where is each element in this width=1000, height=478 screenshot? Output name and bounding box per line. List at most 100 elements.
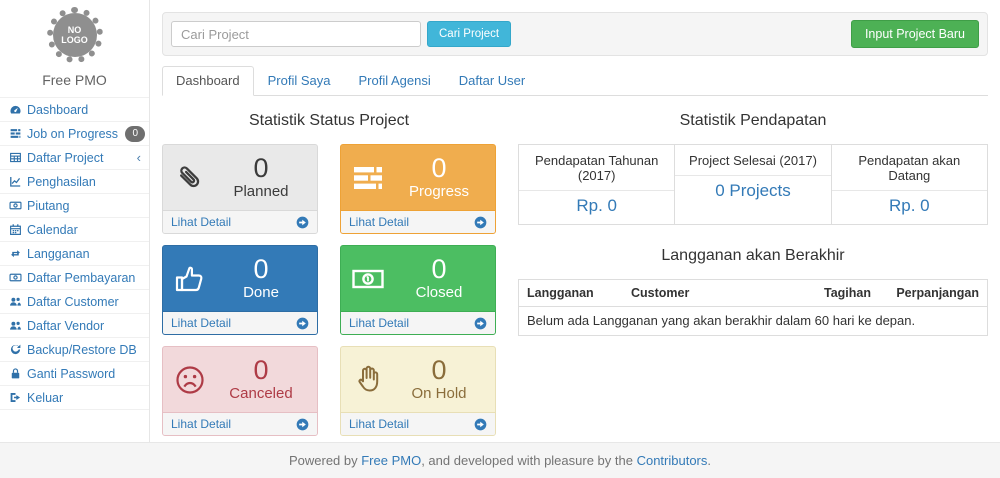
search-input[interactable] <box>171 21 421 47</box>
stat-value-link[interactable]: Rp. 0 <box>519 191 674 224</box>
thumbs-up-icon <box>173 262 215 296</box>
card-label: Canceled <box>215 385 307 403</box>
income-column: Statistik Pendapatan Pendapatan Tahunan … <box>518 102 988 436</box>
card-stats: 0 Done <box>215 255 307 301</box>
arrow-circle-right-icon <box>474 418 487 431</box>
card-body: 0 Progress <box>341 145 495 210</box>
sidebar-item-label: Backup/Restore DB <box>27 343 137 357</box>
retweet-icon <box>8 247 22 260</box>
status-column: Statistik Status Project <box>162 102 496 436</box>
card-label: Closed <box>393 284 485 302</box>
sidebar-item-label: Dashboard <box>27 103 88 117</box>
logo-wrap: NO LOGO <box>0 0 149 67</box>
sidebar-item-daftar-customer[interactable]: Daftar Customer <box>0 290 149 314</box>
lihat-detail-on-hold[interactable]: Lihat Detail <box>341 412 495 435</box>
card-closed: 0 Closed Lihat Detail <box>340 245 496 335</box>
sidebar-item-label: Penghasilan <box>27 175 96 189</box>
lihat-detail-closed[interactable]: Lihat Detail <box>341 311 495 334</box>
footer-text: Powered by Free PMO, and developed with … <box>289 453 711 468</box>
card-label: Progress <box>393 183 485 201</box>
footer-prefix: Powered by <box>289 453 361 468</box>
sidebar-item-daftar-vendor[interactable]: Daftar Vendor <box>0 314 149 338</box>
card-canceled: 0 Canceled Lihat Detail <box>162 346 318 436</box>
sidebar-item-penghasilan[interactable]: Penghasilan <box>0 170 149 194</box>
stat-value-link[interactable]: Rp. 0 <box>832 191 987 224</box>
free-pmo-link[interactable]: Free PMO <box>361 453 421 468</box>
sidebar-item-label: Piutang <box>27 199 69 213</box>
sidebar: NO LOGO Free PMO Dashboard Job on Progre… <box>0 0 150 442</box>
sidebar-item-daftar-pembayaran[interactable]: Daftar Pembayaran <box>0 266 149 290</box>
frown-icon <box>173 363 215 397</box>
sidebar-item-daftar-project[interactable]: Daftar Project ‹ <box>0 146 149 170</box>
sidebar-item-label: Keluar <box>27 391 63 405</box>
lihat-detail-done[interactable]: Lihat Detail <box>163 311 317 334</box>
footer-suffix: . <box>707 453 711 468</box>
money-icon <box>8 199 22 212</box>
card-done: 0 Done Lihat Detail <box>162 245 318 335</box>
card-value: 0 <box>215 356 307 384</box>
sidebar-menu: Dashboard Job on Progress 0 Daftar Proje… <box>0 97 149 410</box>
card-stats: 0 On Hold <box>393 356 485 402</box>
contributors-link[interactable]: Contributors <box>637 453 708 468</box>
no-logo-badge: NO LOGO <box>47 7 103 63</box>
money-icon <box>351 262 393 296</box>
tasks-icon <box>8 127 22 140</box>
card-value: 0 <box>393 154 485 182</box>
lihat-detail-label: Lihat Detail <box>349 417 409 431</box>
hand-paper-icon <box>351 363 393 397</box>
card-stats: 0 Progress <box>393 154 485 200</box>
subscription-table-header: Langganan Customer Tagihan Perpanjangan <box>519 280 987 307</box>
sidebar-item-label: Daftar Project <box>27 151 103 165</box>
sidebar-item-job-on-progress[interactable]: Job on Progress 0 <box>0 122 149 146</box>
brand-name: Free PMO <box>0 67 149 97</box>
main-content: Cari Project Input Project Baru Dashboar… <box>150 0 1000 442</box>
tab-dashboard[interactable]: Dashboard <box>162 66 254 96</box>
card-value: 0 <box>393 356 485 384</box>
new-project-button[interactable]: Input Project Baru <box>851 20 979 48</box>
tab-profil-agensi[interactable]: Profil Agensi <box>344 66 444 96</box>
stat-value-link[interactable]: 0 Projects <box>675 176 830 209</box>
paperclip-icon <box>173 161 215 195</box>
card-body: 0 Canceled <box>163 347 317 412</box>
tab-bar: Dashboard Profil Saya Profil Agensi Daft… <box>162 66 988 96</box>
table-icon <box>8 151 22 164</box>
sidebar-item-ganti-password[interactable]: Ganti Password <box>0 362 149 386</box>
lihat-detail-planned[interactable]: Lihat Detail <box>163 210 317 233</box>
lihat-detail-canceled[interactable]: Lihat Detail <box>163 412 317 435</box>
tab-daftar-user[interactable]: Daftar User <box>445 66 539 96</box>
search-button[interactable]: Cari Project <box>427 21 511 47</box>
calendar-icon <box>8 223 22 236</box>
card-body: 0 Closed <box>341 246 495 311</box>
sidebar-item-langganan[interactable]: Langganan <box>0 242 149 266</box>
sidebar-item-label: Langganan <box>27 247 90 261</box>
arrow-circle-right-icon <box>474 317 487 330</box>
income-section-title: Statistik Pendapatan <box>518 112 988 130</box>
arrow-circle-right-icon <box>296 418 309 431</box>
lock-icon <box>8 367 22 380</box>
tab-profil-saya[interactable]: Profil Saya <box>254 66 345 96</box>
lihat-detail-label: Lihat Detail <box>349 215 409 229</box>
sidebar-item-piutang[interactable]: Piutang <box>0 194 149 218</box>
col-tagihan: Tagihan <box>795 286 871 300</box>
sidebar-item-label: Daftar Pembayaran <box>27 271 135 285</box>
stat-label: Pendapatan Tahunan (2017) <box>519 145 674 191</box>
card-value: 0 <box>393 255 485 283</box>
sidebar-item-calendar[interactable]: Calendar <box>0 218 149 242</box>
col-customer: Customer <box>631 286 795 300</box>
money-icon <box>8 271 22 284</box>
job-count-badge: 0 <box>125 126 145 142</box>
dashboard-content: Statistik Status Project <box>162 102 988 436</box>
sidebar-item-dashboard[interactable]: Dashboard <box>0 98 149 122</box>
card-on-hold: 0 On Hold Lihat Detail <box>340 346 496 436</box>
sidebar-item-backup-restore[interactable]: Backup/Restore DB <box>0 338 149 362</box>
search-well: Cari Project Input Project Baru <box>162 12 988 56</box>
arrow-circle-right-icon <box>296 317 309 330</box>
sidebar-item-keluar[interactable]: Keluar <box>0 386 149 410</box>
sign-out-icon <box>8 391 22 404</box>
lihat-detail-progress[interactable]: Lihat Detail <box>341 210 495 233</box>
card-label: Done <box>215 284 307 302</box>
page-footer: Powered by Free PMO, and developed with … <box>0 442 1000 478</box>
income-stats-table: Pendapatan Tahunan (2017) Rp. 0 Project … <box>518 144 988 225</box>
page: NO LOGO Free PMO Dashboard Job on Progre… <box>0 0 1000 478</box>
stat-label: Pendapatan akan Datang <box>832 145 987 191</box>
